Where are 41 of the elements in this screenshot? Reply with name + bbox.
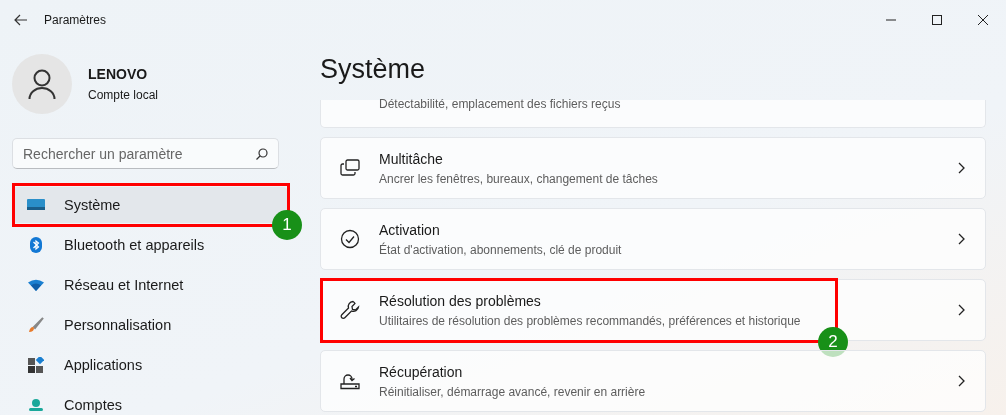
wrench-icon — [340, 300, 360, 320]
search-input[interactable]: Rechercher un paramètre — [23, 145, 256, 162]
check-circle-icon — [340, 229, 360, 249]
account-name: LENOVO — [88, 66, 149, 82]
chevron-right-icon — [958, 233, 965, 245]
bluetooth-icon — [30, 237, 42, 253]
search-icon — [256, 147, 268, 160]
step-badge: 1 — [272, 210, 302, 240]
card-description: Ancrer les fenêtres, bureaux, changement de tâches — [379, 171, 659, 186]
setting-card[interactable]: Multitâche Ancrer les fenêtres, bureaux, changement de tâches — [320, 137, 986, 199]
maximize-icon[interactable] — [932, 15, 942, 25]
person-icon — [29, 399, 43, 411]
close-icon[interactable] — [978, 15, 988, 25]
card-description: État d'activation, abonnements, clé de produit — [379, 242, 623, 257]
setting-card[interactable]: Activation État d'activation, abonnements, clé de produit — [320, 208, 986, 270]
account-type: Compte local — [88, 88, 159, 102]
setting-card[interactable]: Récupération Réinitialiser, démarrage avancé, revenir en arrière — [320, 350, 986, 412]
nav-item[interactable]: Personnalisation — [12, 307, 288, 343]
brush-icon — [28, 317, 44, 333]
wifi-icon — [28, 279, 44, 291]
card-title: Résolution des problèmes — [379, 292, 542, 309]
card-description: Détectabilité, emplacement des fichiers reçus — [379, 97, 622, 111]
chevron-right-icon — [958, 375, 965, 387]
card-title: Récupération — [379, 363, 464, 380]
nav-item[interactable]: Réseau et Internet — [12, 267, 288, 303]
card-title: Multitâche — [379, 150, 444, 167]
apps-icon — [28, 357, 44, 373]
chevron-right-icon — [958, 162, 965, 174]
page-title: Système — [320, 53, 427, 86]
card-description: Utilitaires de résolution des problèmes recommandés, préférences et historique — [379, 313, 802, 328]
recovery-icon — [340, 372, 360, 390]
window-title: Paramètres — [44, 13, 107, 27]
nav-item[interactable]: Comptes — [12, 387, 288, 415]
chevron-right-icon — [958, 304, 965, 316]
windows-icon — [340, 159, 360, 177]
card-title: Activation — [379, 221, 441, 238]
monitor-icon — [27, 198, 45, 212]
back-arrow-icon[interactable] — [14, 14, 28, 26]
nav-item[interactable]: Applications — [12, 347, 288, 383]
search-field[interactable]: Rechercher un paramètre — [12, 138, 279, 169]
card-description: Réinitialiser, démarrage avancé, revenir en arrière — [379, 384, 647, 399]
